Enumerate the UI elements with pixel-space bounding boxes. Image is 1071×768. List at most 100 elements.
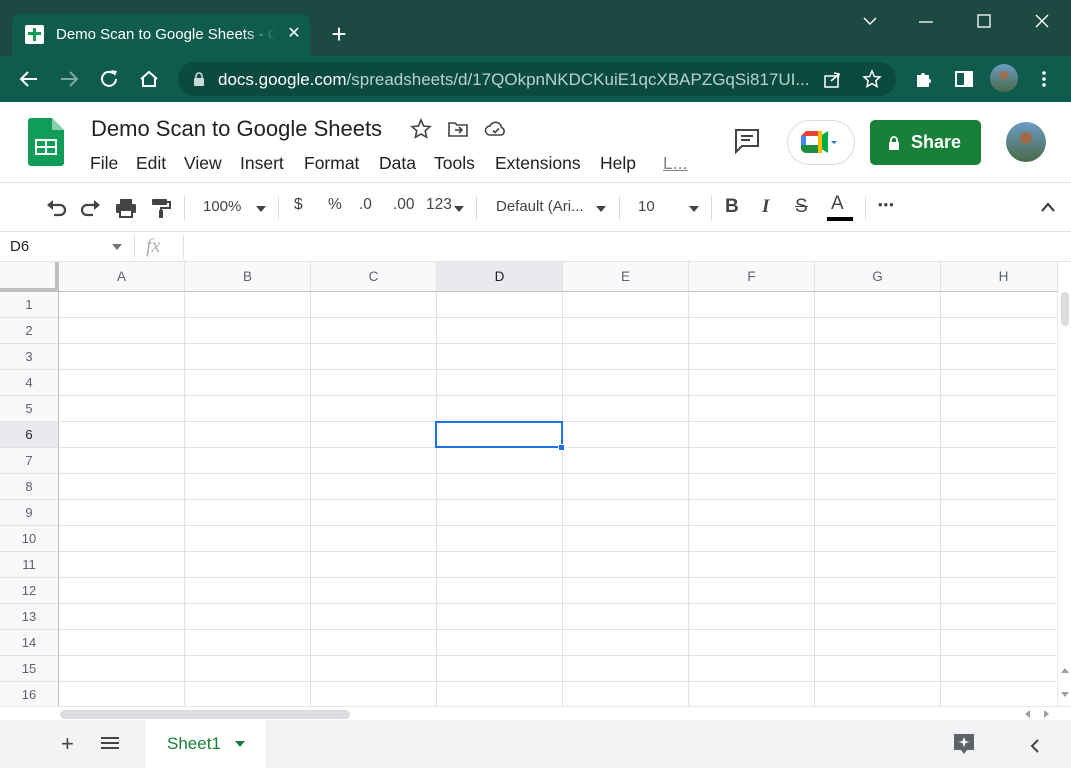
- row-header-16[interactable]: 16: [0, 682, 59, 706]
- menu-edit[interactable]: Edit: [136, 153, 166, 174]
- close-window-icon[interactable]: [1022, 6, 1062, 36]
- more-options-button[interactable]: •••: [878, 197, 895, 212]
- extensions-icon[interactable]: [910, 65, 938, 93]
- row-header-7[interactable]: 7: [0, 448, 59, 474]
- italic-button[interactable]: I: [762, 196, 769, 218]
- back-icon[interactable]: [15, 65, 43, 93]
- row-header-9[interactable]: 9: [0, 500, 59, 526]
- menu-view[interactable]: View: [184, 153, 222, 174]
- row-header-10[interactable]: 10: [0, 526, 59, 552]
- horizontal-scrollbar[interactable]: [0, 706, 1071, 720]
- column-header-a[interactable]: A: [59, 262, 185, 292]
- menu-file[interactable]: File: [90, 153, 118, 174]
- tab-search-icon[interactable]: [850, 6, 890, 36]
- name-box[interactable]: D6: [10, 238, 29, 255]
- last-edit-link[interactable]: L...: [663, 153, 687, 174]
- browser-tab[interactable]: Demo Scan to Google Sheets - Google Shee…: [12, 14, 310, 56]
- minimize-icon[interactable]: [906, 6, 946, 36]
- row-header-4[interactable]: 4: [0, 370, 59, 396]
- scroll-left-icon[interactable]: [1024, 710, 1030, 718]
- menu-data[interactable]: Data: [379, 153, 416, 174]
- menu-help[interactable]: Help: [600, 153, 636, 174]
- comments-icon[interactable]: [733, 127, 761, 155]
- address-bar[interactable]: docs.google.com/spreadsheets/d/17QOkpnNK…: [178, 62, 896, 96]
- sheets-logo-icon[interactable]: [28, 118, 64, 166]
- lock-icon[interactable]: [192, 71, 206, 87]
- row-header-15[interactable]: 15: [0, 656, 59, 682]
- row-header-1[interactable]: 1: [0, 292, 59, 318]
- more-formats-dropdown-icon[interactable]: [453, 205, 465, 213]
- row-header-3[interactable]: 3: [0, 344, 59, 370]
- tab-close-icon[interactable]: ✕: [284, 24, 304, 44]
- menu-tools[interactable]: Tools: [434, 153, 475, 174]
- row-header-12[interactable]: 12: [0, 578, 59, 604]
- increase-decimal-button[interactable]: .00: [393, 196, 415, 214]
- share-button[interactable]: Share: [870, 120, 981, 165]
- menu-insert[interactable]: Insert: [240, 153, 284, 174]
- column-header-g[interactable]: G: [815, 262, 941, 292]
- profile-avatar-icon[interactable]: [990, 64, 1018, 92]
- zoom-select[interactable]: 100%: [203, 198, 241, 215]
- meet-button[interactable]: [787, 120, 855, 165]
- name-box-dropdown-icon[interactable]: [112, 244, 122, 251]
- select-all-corner[interactable]: [0, 262, 59, 292]
- column-header-e[interactable]: E: [563, 262, 689, 292]
- column-header-c[interactable]: C: [311, 262, 437, 292]
- reload-icon[interactable]: [95, 65, 123, 93]
- print-icon[interactable]: [114, 197, 138, 219]
- vertical-scroll-thumb[interactable]: [1061, 292, 1069, 326]
- forward-icon[interactable]: [55, 65, 83, 93]
- cloud-saved-icon[interactable]: [484, 120, 508, 138]
- row-header-6[interactable]: 6: [0, 422, 59, 448]
- row-header-8[interactable]: 8: [0, 474, 59, 500]
- star-icon[interactable]: [410, 118, 432, 140]
- url-text[interactable]: docs.google.com/spreadsheets/d/17QOkpnNK…: [218, 70, 810, 90]
- add-sheet-button[interactable]: +: [61, 731, 74, 757]
- strikethrough-button[interactable]: S: [795, 196, 808, 218]
- selected-cell-d6[interactable]: [435, 421, 563, 448]
- row-header-14[interactable]: 14: [0, 630, 59, 656]
- new-tab-button[interactable]: +: [326, 21, 352, 48]
- sheet-tab-sheet1[interactable]: Sheet1: [146, 720, 266, 768]
- font-size-select[interactable]: 10: [638, 198, 655, 215]
- scroll-right-icon[interactable]: [1044, 710, 1050, 718]
- maximize-icon[interactable]: [964, 6, 1004, 36]
- scroll-up-icon[interactable]: [1061, 667, 1069, 673]
- row-header-13[interactable]: 13: [0, 604, 59, 630]
- zoom-dropdown-icon[interactable]: [255, 205, 267, 213]
- text-color-button[interactable]: A: [831, 193, 844, 215]
- column-header-f[interactable]: F: [689, 262, 815, 292]
- all-sheets-icon[interactable]: [101, 736, 119, 750]
- sheet-menu-dropdown-icon[interactable]: [235, 741, 245, 748]
- scroll-down-icon[interactable]: [1061, 692, 1069, 698]
- side-panel-icon[interactable]: [950, 65, 978, 93]
- horizontal-scroll-thumb[interactable]: [60, 710, 350, 719]
- explore-icon[interactable]: [952, 732, 976, 756]
- menu-format[interactable]: Format: [304, 153, 359, 174]
- font-dropdown-icon[interactable]: [595, 205, 607, 213]
- bookmark-star-icon[interactable]: [862, 69, 882, 89]
- format-percent-button[interactable]: %: [328, 196, 342, 214]
- format-currency-button[interactable]: $: [294, 196, 303, 214]
- font-size-dropdown-icon[interactable]: [688, 205, 700, 213]
- more-formats-button[interactable]: 123: [426, 196, 452, 214]
- vertical-scrollbar[interactable]: [1057, 262, 1071, 706]
- move-folder-icon[interactable]: [447, 119, 469, 139]
- row-header-11[interactable]: 11: [0, 552, 59, 578]
- column-header-b[interactable]: B: [185, 262, 311, 292]
- home-icon[interactable]: [135, 65, 163, 93]
- bold-button[interactable]: B: [725, 196, 739, 218]
- column-header-h[interactable]: H: [941, 262, 1057, 292]
- column-header-d[interactable]: D: [437, 262, 563, 292]
- account-avatar[interactable]: [1006, 122, 1046, 162]
- fill-handle[interactable]: [558, 444, 565, 451]
- paint-format-icon[interactable]: [149, 197, 173, 219]
- row-header-2[interactable]: 2: [0, 318, 59, 344]
- side-panel-toggle-icon[interactable]: [1030, 739, 1040, 753]
- row-header-5[interactable]: 5: [0, 396, 59, 422]
- decrease-decimal-button[interactable]: .0: [359, 196, 372, 214]
- redo-icon[interactable]: [79, 197, 103, 219]
- document-title[interactable]: Demo Scan to Google Sheets: [91, 116, 382, 142]
- undo-icon[interactable]: [44, 197, 68, 219]
- formula-input[interactable]: [194, 238, 1044, 258]
